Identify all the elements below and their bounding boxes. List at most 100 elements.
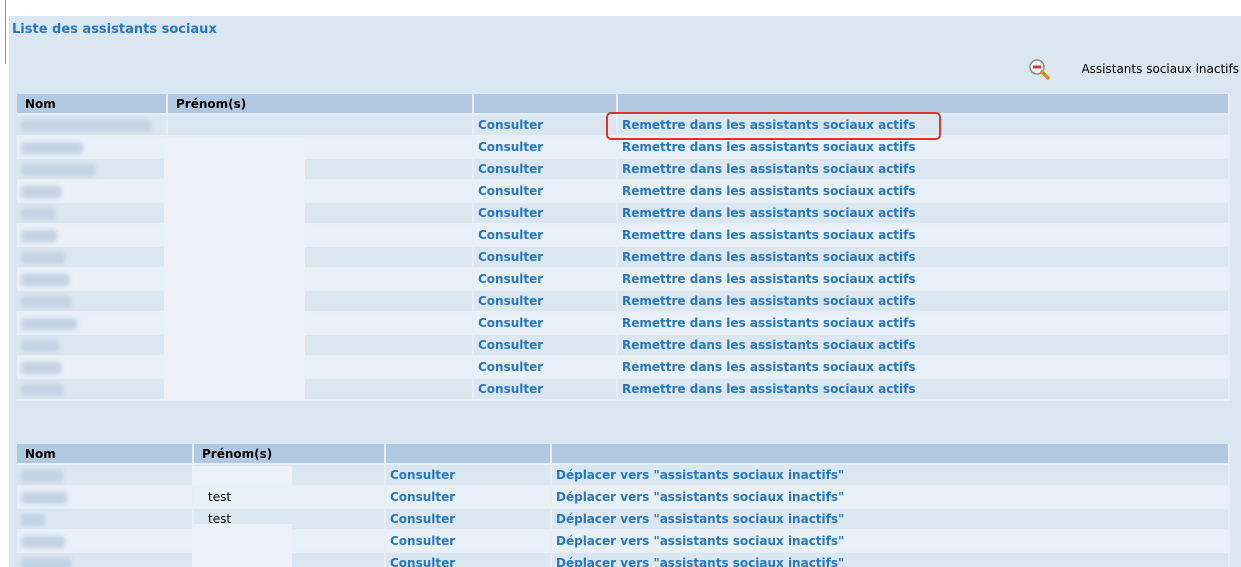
deactivate-link[interactable]: Déplacer vers "assistants sociaux inacti…: [556, 556, 844, 567]
page-title: Liste des assistants sociaux: [12, 22, 217, 37]
consult-link[interactable]: Consulter: [478, 118, 543, 132]
reactivate-link[interactable]: Remettre dans les assistants sociaux act…: [622, 184, 916, 198]
cell-action: Déplacer vers "assistants sociaux inacti…: [551, 464, 1230, 487]
main-panel: Liste des assistants sociaux Assistants …: [9, 16, 1241, 567]
cell-nom: [17, 268, 168, 291]
cell-action: Remettre dans les assistants sociaux act…: [617, 246, 1230, 269]
consult-link[interactable]: Consulter: [478, 294, 543, 308]
cell-nom: [17, 334, 168, 357]
consult-link[interactable]: Consulter: [478, 206, 543, 220]
cell-action: Remettre dans les assistants sociaux act…: [617, 334, 1230, 357]
cell-action: Déplacer vers "assistants sociaux inacti…: [551, 530, 1230, 553]
magnifier-minus-icon[interactable]: [1028, 58, 1051, 80]
consult-link[interactable]: Consulter: [478, 272, 543, 286]
cell-consult: Consulter: [473, 158, 618, 181]
reactivate-link[interactable]: Remettre dans les assistants sociaux act…: [622, 140, 916, 154]
consult-link[interactable]: Consulter: [478, 184, 543, 198]
cell-consult: Consulter: [473, 246, 618, 269]
reactivate-link[interactable]: Remettre dans les assistants sociaux act…: [622, 316, 916, 330]
left-border: [5, 0, 6, 64]
header-consult: [385, 444, 552, 465]
cell-nom: [17, 246, 168, 269]
cell-action: Remettre dans les assistants sociaux act…: [617, 158, 1230, 181]
consult-link[interactable]: Consulter: [478, 382, 543, 396]
cell-prenom: [167, 114, 474, 137]
cell-action: Remettre dans les assistants sociaux act…: [617, 268, 1230, 291]
redacted-name: [21, 361, 61, 374]
redacted-name: [21, 229, 57, 242]
cell-action: Remettre dans les assistants sociaux act…: [617, 312, 1230, 335]
reactivate-link[interactable]: Remettre dans les assistants sociaux act…: [622, 360, 916, 374]
cell-nom: [17, 486, 194, 509]
reactivate-link[interactable]: Remettre dans les assistants sociaux act…: [622, 250, 916, 264]
reactivate-link[interactable]: Remettre dans les assistants sociaux act…: [622, 272, 916, 286]
consult-link[interactable]: Consulter: [478, 250, 543, 264]
reactivate-link[interactable]: Remettre dans les assistants sociaux act…: [622, 294, 916, 308]
consult-link[interactable]: Consulter: [478, 140, 543, 154]
cell-consult: Consulter: [473, 114, 618, 137]
header-action: [617, 94, 1230, 115]
redacted-name: [21, 383, 63, 396]
deactivate-link[interactable]: Déplacer vers "assistants sociaux inacti…: [556, 534, 844, 548]
cell-nom: [17, 158, 168, 181]
reactivate-link[interactable]: Remettre dans les assistants sociaux act…: [622, 162, 916, 176]
cell-nom: [17, 356, 168, 379]
cell-action: Remettre dans les assistants sociaux act…: [617, 180, 1230, 203]
consult-link[interactable]: Consulter: [390, 556, 455, 567]
redacted-name: [21, 535, 65, 548]
cell-consult: Consulter: [385, 486, 552, 509]
header-nom: Nom: [17, 94, 168, 115]
cell-consult: Consulter: [385, 530, 552, 553]
redacted-name: [21, 295, 71, 308]
consult-link[interactable]: Consulter: [478, 228, 543, 242]
redacted-name: [21, 317, 77, 330]
consult-link[interactable]: Consulter: [390, 512, 455, 526]
cell-consult: Consulter: [473, 224, 618, 247]
cell-nom: [17, 464, 194, 487]
cell-nom: [17, 202, 168, 225]
cell-action: Déplacer vers "assistants sociaux inacti…: [551, 486, 1230, 509]
table-row: test Consulter Déplacer vers "assistants s…: [17, 486, 1230, 509]
inactive-assistants-label[interactable]: Assistants sociaux inactifs: [1081, 62, 1239, 76]
consult-link[interactable]: Consulter: [478, 162, 543, 176]
redacted-name: [21, 163, 95, 176]
cell-nom: [17, 552, 194, 567]
consult-link[interactable]: Consulter: [478, 338, 543, 352]
highlight-box: [606, 112, 941, 140]
redacted-name: [21, 491, 67, 504]
cell-consult: Consulter: [473, 334, 618, 357]
redacted-name: [21, 251, 65, 264]
cell-consult: Consulter: [473, 268, 618, 291]
redacted-name: [21, 185, 61, 198]
reactivate-link[interactable]: Remettre dans les assistants sociaux act…: [622, 338, 916, 352]
redacted-name: [21, 141, 83, 154]
deactivate-link[interactable]: Déplacer vers "assistants sociaux inacti…: [556, 490, 844, 504]
cell-nom: [17, 114, 168, 137]
cell-nom: [17, 180, 168, 203]
redaction-mask: [164, 138, 305, 400]
cell-nom: [17, 508, 194, 531]
deactivate-link[interactable]: Déplacer vers "assistants sociaux inacti…: [556, 512, 844, 526]
inactive-assistants-link[interactable]: Assistants sociaux inactifs: [1029, 58, 1239, 80]
consult-link[interactable]: Consulter: [478, 360, 543, 374]
consult-link[interactable]: Consulter: [390, 468, 455, 482]
reactivate-link[interactable]: Remettre dans les assistants sociaux act…: [622, 382, 916, 396]
cell-consult: Consulter: [473, 290, 618, 313]
deactivate-link[interactable]: Déplacer vers "assistants sociaux inacti…: [556, 468, 844, 482]
reactivate-link[interactable]: Remettre dans les assistants sociaux act…: [622, 206, 916, 220]
redaction-mask: [192, 466, 292, 486]
reactivate-link[interactable]: Remettre dans les assistants sociaux act…: [622, 228, 916, 242]
cell-consult: Consulter: [473, 378, 618, 401]
redacted-name: [21, 207, 55, 220]
header-prenom: Prénom(s): [193, 444, 386, 465]
cell-prenom: test: [193, 486, 386, 509]
consult-link[interactable]: Consulter: [390, 490, 455, 504]
cell-nom: [17, 312, 168, 335]
consult-link[interactable]: Consulter: [478, 316, 543, 330]
redacted-name: [21, 469, 63, 482]
cell-consult: Consulter: [473, 202, 618, 225]
header-consult: [473, 94, 618, 115]
cell-consult: Consulter: [385, 508, 552, 531]
cell-nom: [17, 136, 168, 159]
consult-link[interactable]: Consulter: [390, 534, 455, 548]
